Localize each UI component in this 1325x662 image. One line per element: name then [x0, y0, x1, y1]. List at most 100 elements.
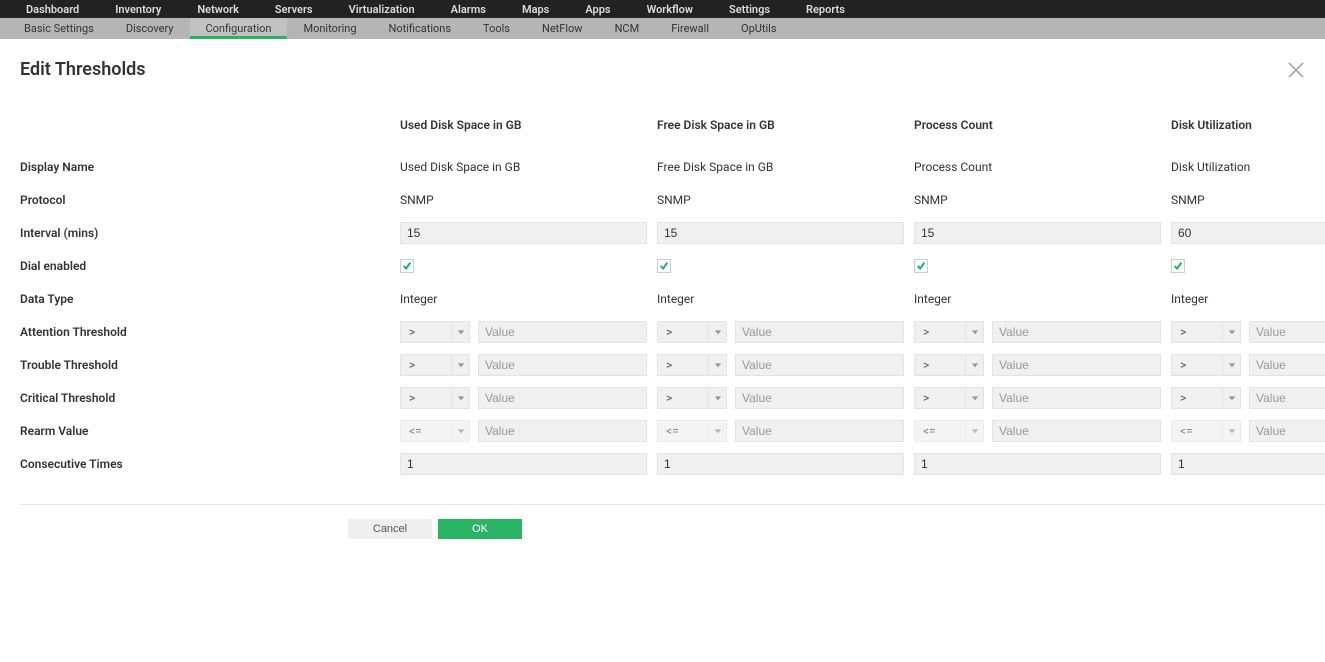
- row-label: Attention Threshold: [20, 315, 400, 348]
- sub-nav-item[interactable]: OpUtils: [725, 18, 793, 39]
- top-nav-item[interactable]: Inventory: [97, 3, 179, 16]
- operator-value: >: [401, 355, 451, 375]
- top-nav-item[interactable]: Dashboard: [8, 3, 97, 16]
- operator-value: >: [658, 355, 708, 375]
- chevron-down-icon: [708, 421, 726, 441]
- cell: SNMP: [914, 183, 1171, 216]
- value-input[interactable]: [1249, 420, 1325, 442]
- top-nav-item[interactable]: Reports: [788, 3, 863, 16]
- chevron-down-icon: [451, 355, 469, 375]
- protocol-value: SNMP: [1171, 193, 1205, 207]
- dial-checkbox[interactable]: [1171, 259, 1185, 273]
- sub-nav-item[interactable]: Notifications: [373, 18, 468, 39]
- top-nav-item[interactable]: Alarms: [433, 3, 504, 16]
- consecutive-input[interactable]: [657, 453, 904, 475]
- chevron-down-icon: [965, 322, 983, 342]
- operator-value: >: [1172, 355, 1222, 375]
- row-label: Data Type: [20, 282, 400, 315]
- dial-checkbox[interactable]: [657, 259, 671, 273]
- operator-select: <=: [1171, 420, 1241, 442]
- cell: SNMP: [400, 183, 657, 216]
- consecutive-input[interactable]: [400, 453, 647, 475]
- operator-select[interactable]: >: [400, 387, 470, 409]
- top-nav-item[interactable]: Settings: [711, 3, 788, 16]
- cancel-button[interactable]: Cancel: [348, 519, 432, 539]
- operator-select[interactable]: >: [657, 321, 727, 343]
- chevron-down-icon: [1222, 355, 1240, 375]
- value-input[interactable]: [992, 321, 1161, 343]
- operator-select[interactable]: >: [400, 354, 470, 376]
- cell: >: [400, 315, 657, 348]
- sub-nav-item[interactable]: Basic Settings: [8, 18, 110, 39]
- sub-nav-item[interactable]: Firewall: [655, 18, 725, 39]
- cell: Process Count: [914, 150, 1171, 183]
- value-input[interactable]: [1249, 321, 1325, 343]
- operator-value: <=: [401, 421, 451, 441]
- operator-select[interactable]: >: [400, 321, 470, 343]
- dial-checkbox[interactable]: [400, 259, 414, 273]
- ok-button[interactable]: OK: [438, 519, 522, 539]
- interval-input[interactable]: [657, 222, 904, 244]
- value-input[interactable]: [735, 387, 904, 409]
- sub-nav: Basic SettingsDiscoveryConfigurationMoni…: [0, 18, 1325, 39]
- value-input[interactable]: [478, 354, 647, 376]
- operator-select[interactable]: >: [914, 387, 984, 409]
- sub-nav-item[interactable]: NCM: [599, 18, 656, 39]
- top-nav-item[interactable]: Workflow: [629, 3, 711, 16]
- operator-select[interactable]: >: [657, 387, 727, 409]
- operator-select[interactable]: >: [1171, 321, 1241, 343]
- cell: [657, 249, 914, 282]
- top-nav-item[interactable]: Maps: [504, 3, 567, 16]
- sub-nav-item[interactable]: Configuration: [190, 18, 288, 39]
- datatype-value: Integer: [914, 292, 951, 306]
- interval-input[interactable]: [1171, 222, 1325, 244]
- value-input[interactable]: [1249, 354, 1325, 376]
- row-label: Dial enabled: [20, 249, 400, 282]
- value-input[interactable]: [735, 354, 904, 376]
- cell: Integer: [914, 282, 1171, 315]
- value-input[interactable]: [992, 354, 1161, 376]
- chevron-down-icon: [451, 322, 469, 342]
- close-icon[interactable]: [1287, 61, 1305, 79]
- value-input[interactable]: [478, 387, 647, 409]
- value-input[interactable]: [1249, 387, 1325, 409]
- top-nav-item[interactable]: Servers: [257, 3, 331, 16]
- display-name: Process Count: [914, 160, 992, 174]
- sub-nav-item[interactable]: NetFlow: [526, 18, 599, 39]
- interval-input[interactable]: [400, 222, 647, 244]
- divider: [20, 504, 1325, 505]
- value-input[interactable]: [735, 420, 904, 442]
- value-input[interactable]: [735, 321, 904, 343]
- operator-select[interactable]: >: [657, 354, 727, 376]
- cell: >: [657, 348, 914, 381]
- operator-select[interactable]: >: [914, 321, 984, 343]
- cell: [400, 249, 657, 282]
- top-nav-item[interactable]: Virtualization: [331, 3, 433, 16]
- operator-select[interactable]: >: [914, 354, 984, 376]
- sub-nav-item[interactable]: Tools: [467, 18, 526, 39]
- value-input[interactable]: [992, 420, 1161, 442]
- consecutive-input[interactable]: [1171, 453, 1325, 475]
- cell: [657, 447, 914, 480]
- operator-value: <=: [915, 421, 965, 441]
- consecutive-input[interactable]: [914, 453, 1161, 475]
- col-header: Free Disk Space in GB: [657, 110, 914, 150]
- operator-select[interactable]: >: [1171, 387, 1241, 409]
- value-input[interactable]: [478, 321, 647, 343]
- operator-select: <=: [914, 420, 984, 442]
- interval-input[interactable]: [914, 222, 1161, 244]
- protocol-value: SNMP: [657, 193, 691, 207]
- sub-nav-item[interactable]: Monitoring: [287, 18, 372, 39]
- value-input[interactable]: [992, 387, 1161, 409]
- operator-select: <=: [657, 420, 727, 442]
- dial-checkbox[interactable]: [914, 259, 928, 273]
- sub-nav-item[interactable]: Discovery: [110, 18, 190, 39]
- value-input[interactable]: [478, 420, 647, 442]
- top-nav-item[interactable]: Apps: [567, 3, 628, 16]
- chevron-down-icon: [1222, 322, 1240, 342]
- top-nav-item[interactable]: Network: [179, 3, 257, 16]
- operator-select[interactable]: >: [1171, 354, 1241, 376]
- cell: [400, 216, 657, 249]
- cell: [914, 249, 1171, 282]
- cell: >: [657, 315, 914, 348]
